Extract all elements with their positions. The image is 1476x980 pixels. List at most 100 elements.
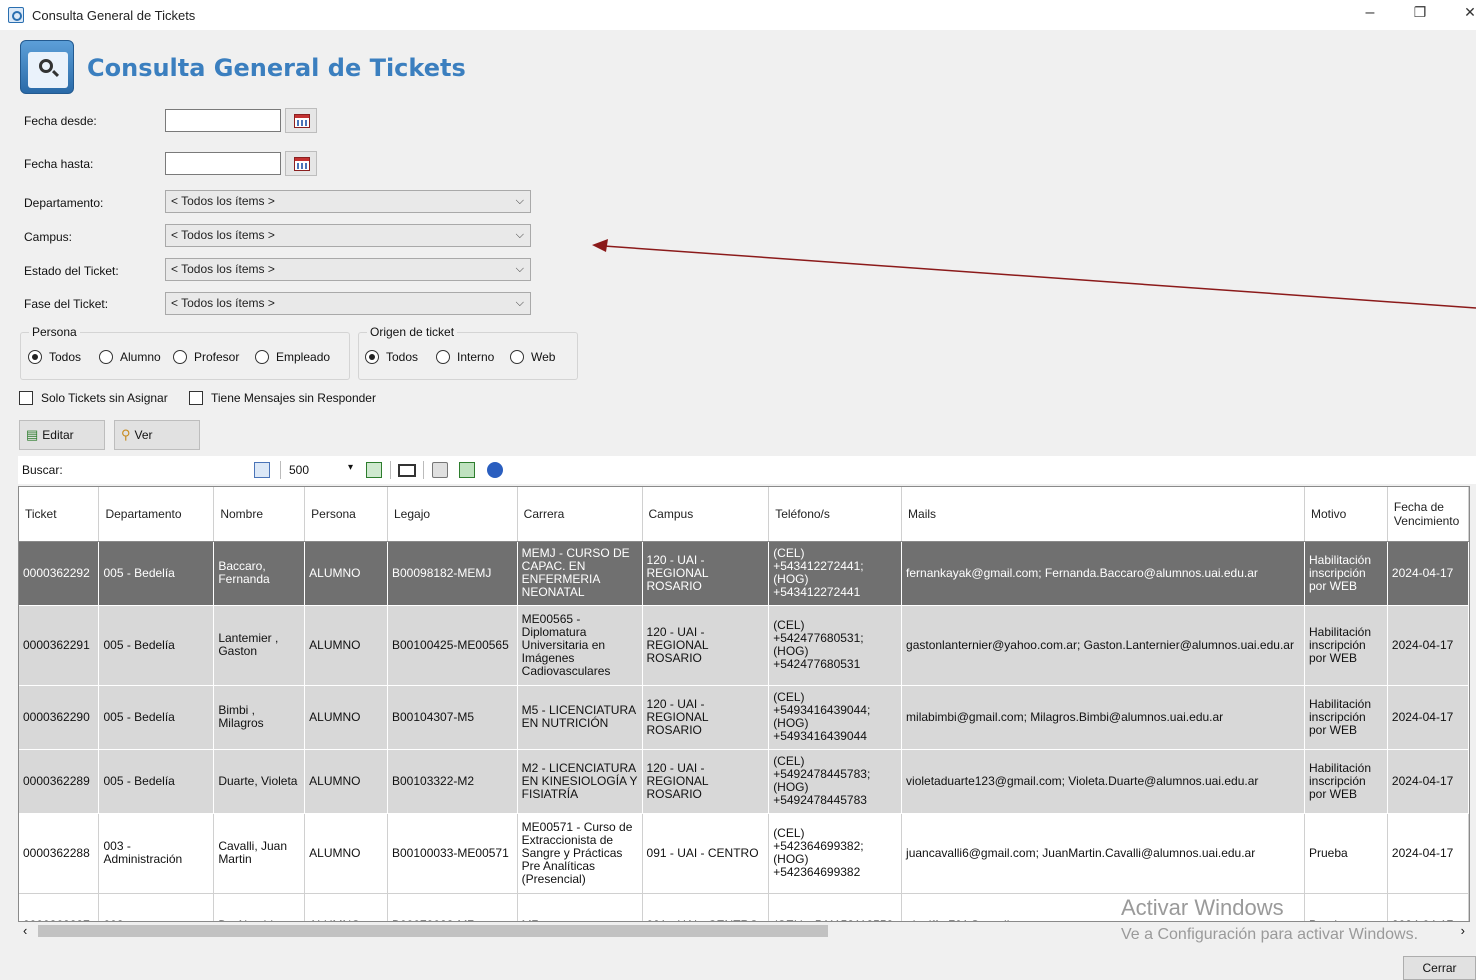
table-row[interactable]: 0000362292 005 - Bedelía Baccaro, Fernan… xyxy=(19,541,1469,606)
find-icon[interactable] xyxy=(254,462,270,478)
chevron-down-icon: ⌵ xyxy=(515,263,524,275)
origen-todos-radio[interactable]: Todos xyxy=(365,350,418,364)
calendar-icon xyxy=(294,114,310,128)
activation-watermark-text: Ve a Configuración para activar Windows. xyxy=(1121,926,1419,943)
window-icon[interactable] xyxy=(398,464,416,477)
column-header[interactable]: Ticket xyxy=(19,487,100,542)
table-row[interactable]: 0000362289 005 - Bedelía Duarte, Violeta… xyxy=(19,749,1469,814)
print-icon[interactable] xyxy=(432,462,448,478)
help-icon[interactable] xyxy=(487,462,503,478)
fecha-hasta-calendar-button[interactable] xyxy=(285,151,317,176)
column-header[interactable]: Departamento xyxy=(98,487,215,542)
restore-button[interactable]: ❐ xyxy=(1410,4,1430,21)
grid-header-row: Ticket Departamento Nombre Persona Legaj… xyxy=(19,487,1469,542)
cell-motivo: Habilitación inscripción por WEB xyxy=(1304,685,1388,750)
column-header[interactable]: Persona xyxy=(304,487,388,542)
refresh-icon[interactable] xyxy=(366,462,382,478)
table-row[interactable]: 0000362291 005 - Bedelía Lantemier , Gas… xyxy=(19,605,1469,686)
annotation-arrow xyxy=(592,239,1476,309)
column-header[interactable]: Nombre xyxy=(213,487,306,542)
cell-campus: 120 - UAI - REGIONAL ROSARIO xyxy=(642,605,770,686)
cell-legajo: B00100033-ME00571 xyxy=(387,813,518,894)
column-header[interactable]: Teléfono/s xyxy=(768,487,903,542)
table-row[interactable]: 0000362290 005 - Bedelía Bimbi , Milagro… xyxy=(19,685,1469,750)
document-icon: ▤ xyxy=(26,427,39,442)
persona-profesor-radio[interactable]: Profesor xyxy=(173,350,239,364)
cell-persona: ALUMNO xyxy=(304,541,388,606)
cell-legajo: B00103322-M2 xyxy=(387,749,518,814)
column-header[interactable]: Carrera xyxy=(517,487,643,542)
cell-motivo: Habilitación inscripción por WEB xyxy=(1304,749,1388,814)
cell-carrera: M7 - xyxy=(517,893,643,921)
cell-telefonos: (CEL) +543412272441; (HOG) +543412272441 xyxy=(768,541,903,606)
campus-label: Campus: xyxy=(24,230,73,244)
fase-value: < Todos los ítems > xyxy=(171,296,275,310)
fecha-desde-calendar-button[interactable] xyxy=(285,108,317,133)
toolbar-separator xyxy=(280,461,281,479)
search-label: Buscar: xyxy=(22,463,63,477)
chevron-down-icon: ⌵ xyxy=(515,297,524,309)
chevron-down-icon: ⌵ xyxy=(515,229,524,241)
cell-motivo: Habilitación inscripción por WEB xyxy=(1304,541,1388,606)
cerrar-button[interactable]: Cerrar xyxy=(1403,956,1476,980)
cell-vencimiento: 2024-04-17 xyxy=(1387,685,1469,750)
cell-ticket: 0000362292 xyxy=(19,541,100,606)
cell-departamento: 003 - Administración xyxy=(98,813,215,894)
column-header[interactable]: Mails xyxy=(901,487,1305,542)
campus-value: < Todos los ítems > xyxy=(171,228,275,242)
cell-campus: 120 - UAI - REGIONAL ROSARIO xyxy=(642,749,770,814)
persona-todos-radio[interactable]: Todos xyxy=(28,350,81,364)
cell-carrera: M5 - LICENCIATURA EN NUTRICIÓN xyxy=(517,685,643,750)
scroll-right-icon[interactable]: › xyxy=(1461,923,1465,938)
cell-nombre: Cavalli, Juan Martin xyxy=(213,813,306,894)
close-window-button[interactable]: ✕ xyxy=(1460,4,1476,21)
minimize-button[interactable]: – xyxy=(1360,4,1380,22)
search-input[interactable] xyxy=(73,459,243,481)
fecha-hasta-input[interactable] xyxy=(165,152,281,175)
table-row[interactable]: 0000362288 003 - Administración Cavalli,… xyxy=(19,813,1469,894)
cell-vencimiento: 2024-04-17 xyxy=(1387,749,1469,814)
cell-mails: violetaduarte123@gmail.com; Violeta.Duar… xyxy=(901,749,1305,814)
cell-persona: ALUMNO xyxy=(304,605,388,686)
cell-ticket: 0000362288 xyxy=(19,813,100,894)
departamento-value: < Todos los ítems > xyxy=(171,194,275,208)
cell-carrera: MEMJ - CURSO DE CAPAC. EN ENFERMERIA NEO… xyxy=(517,541,643,606)
editar-button[interactable]: ▤ Editar xyxy=(19,420,105,450)
column-header[interactable]: Legajo xyxy=(387,487,518,542)
campus-select[interactable]: < Todos los ítems > ⌵ xyxy=(165,224,531,247)
fecha-desde-label: Fecha desde: xyxy=(24,114,97,128)
cell-mails: fernankayak@gmail.com; Fernanda.Baccaro@… xyxy=(901,541,1305,606)
departamento-label: Departamento: xyxy=(24,196,104,210)
fecha-desde-input[interactable] xyxy=(165,109,281,132)
persona-alumno-radio[interactable]: Alumno xyxy=(99,350,161,364)
estado-select[interactable]: < Todos los ítems > ⌵ xyxy=(165,258,531,281)
cell-telefonos: (CEL) +542477680531; (HOG) +542477680531 xyxy=(768,605,903,686)
cell-nombre: Baccaro, Fernanda xyxy=(213,541,306,606)
persona-empleado-radio[interactable]: Empleado xyxy=(255,350,330,364)
departamento-select[interactable]: < Todos los ítems > ⌵ xyxy=(165,190,531,213)
ver-button[interactable]: ⚲ Ver xyxy=(114,420,200,450)
search-magnifier-icon xyxy=(20,40,74,94)
origen-group-title: Origen de ticket xyxy=(367,325,458,339)
cell-nombre: Bimbi , Milagros xyxy=(213,685,306,750)
fase-label: Fase del Ticket: xyxy=(24,297,109,311)
origen-interno-radio[interactable]: Interno xyxy=(436,350,494,364)
fase-select[interactable]: < Todos los ítems > ⌵ xyxy=(165,292,531,315)
cell-mails: gastonlanternier@yahoo.com.ar; Gaston.La… xyxy=(901,605,1305,686)
cell-motivo: Prueba xyxy=(1304,893,1388,921)
page-size-dropdown-icon[interactable]: ▾ xyxy=(348,462,353,473)
cell-carrera: ME00571 - Curso de Extraccionista de San… xyxy=(517,813,643,894)
column-header[interactable]: Campus xyxy=(642,487,770,542)
search-toolbar: Buscar: 500 ▾ xyxy=(18,456,1476,484)
scroll-left-icon[interactable]: ‹ xyxy=(23,923,27,938)
excel-export-icon[interactable] xyxy=(459,462,475,478)
scrollbar-thumb[interactable] xyxy=(38,925,828,937)
solo-sin-asignar-checkbox[interactable]: Solo Tickets sin Asignar xyxy=(19,391,168,405)
cell-ticket: 0000362290 xyxy=(19,685,100,750)
tickets-grid: Ticket Departamento Nombre Persona Legaj… xyxy=(18,486,1470,922)
column-header[interactable]: Fecha de Vencimiento xyxy=(1387,487,1469,542)
origen-web-radio[interactable]: Web xyxy=(510,350,555,364)
mensajes-sin-responder-checkbox[interactable]: Tiene Mensajes sin Responder xyxy=(189,391,376,405)
column-header[interactable]: Motivo xyxy=(1304,487,1388,542)
page-size-select[interactable]: 500 xyxy=(289,463,309,477)
